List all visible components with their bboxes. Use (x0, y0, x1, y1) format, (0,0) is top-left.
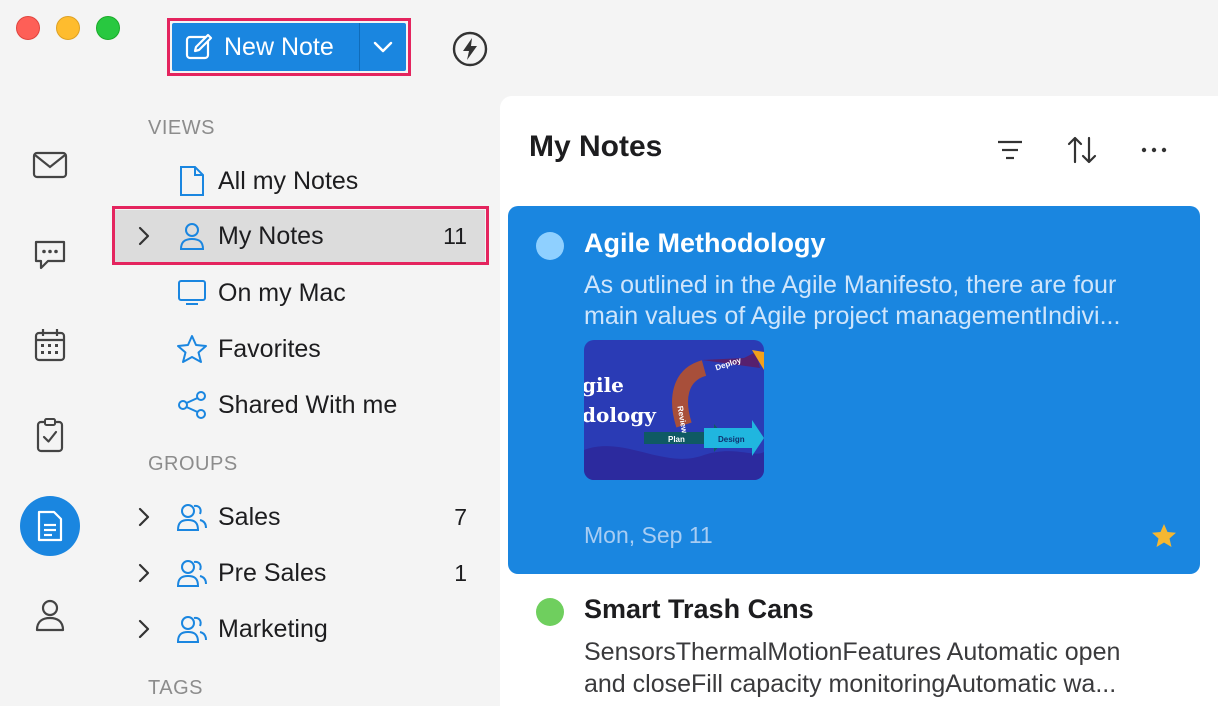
person-icon (174, 221, 210, 251)
window-controls (16, 16, 120, 40)
groups-section-header: GROUPS (148, 453, 238, 475)
sidebar-item-favorites[interactable]: Favorites (115, 323, 485, 375)
rail-mail[interactable] (20, 135, 80, 195)
sidebar-item-label: Shared With me (218, 390, 398, 419)
chevron-down-icon (373, 41, 393, 53)
rail-notes[interactable] (20, 496, 80, 556)
favorite-star-icon[interactable] (1150, 522, 1178, 550)
note-card-selected[interactable]: Agile Methodology As outlined in the Agi… (508, 206, 1200, 574)
group-icon (174, 502, 210, 532)
new-note-label: New Note (224, 32, 334, 61)
note-date: Mon, Sep 11 (584, 522, 713, 548)
minimize-window-button[interactable] (56, 16, 80, 40)
rail-contacts[interactable] (20, 585, 80, 645)
sidebar-item-pre-sales[interactable]: Pre Sales 1 (115, 547, 485, 599)
filter-icon (998, 140, 1022, 160)
filter-button[interactable] (990, 130, 1030, 170)
note-title: Agile Methodology (584, 228, 826, 258)
rail-tasks[interactable] (20, 405, 80, 465)
person-icon (35, 599, 65, 632)
close-window-button[interactable] (16, 16, 40, 40)
chat-icon (34, 240, 66, 270)
note-thumbnail[interactable]: gile dology Deploy Review Plan Design (584, 340, 764, 480)
page-title: My Notes (529, 130, 663, 163)
group-icon (174, 614, 210, 644)
note-color-dot (536, 598, 564, 626)
thumbnail-word: gile (584, 373, 624, 397)
sidebar-item-label: Marketing (218, 614, 328, 643)
note-snippet-line: SensorsThermalMotionFeatures Automatic o… (584, 638, 1121, 666)
compose-icon (185, 33, 213, 60)
note-snippet: SensorsThermalMotionFeatures Automatic o… (584, 636, 1174, 700)
sidebar-item-marketing[interactable]: Marketing (115, 603, 485, 655)
sidebar-item-label: My Notes (218, 221, 324, 250)
note-count: 11 (443, 222, 467, 249)
thumbnail-label: Plan (668, 435, 685, 444)
views-section-header: VIEWS (148, 117, 215, 139)
notes-list-panel: My Notes Agile Methodology As outlined i… (500, 96, 1218, 706)
sidebar-item-label: On my Mac (218, 278, 346, 307)
sidebar-item-label: Pre Sales (218, 558, 327, 587)
group-count: 1 (454, 559, 467, 586)
chevron-right-icon[interactable] (129, 619, 159, 639)
tags-section-header: TAGS (148, 677, 203, 699)
agile-diagram-image: gile dology Deploy Review Plan Design (584, 340, 764, 480)
share-icon (174, 390, 210, 420)
new-note-highlight: New Note (167, 18, 411, 76)
sidebar-item-all-my-notes[interactable]: All my Notes (115, 155, 485, 207)
star-icon (174, 334, 210, 364)
note-title: Smart Trash Cans (584, 594, 814, 624)
chevron-right-icon[interactable] (129, 226, 159, 246)
ellipsis-icon (1141, 147, 1167, 153)
note-snippet: As outlined in the Agile Manifesto, ther… (584, 270, 1174, 332)
mail-icon (32, 151, 68, 179)
new-note-split-button: New Note (172, 23, 406, 71)
group-count: 7 (454, 503, 467, 530)
sidebar-item-on-my-mac[interactable]: On my Mac (115, 267, 485, 319)
chevron-right-icon[interactable] (129, 507, 159, 527)
document-icon (174, 165, 210, 197)
rail-chat[interactable] (20, 225, 80, 285)
rail-calendar[interactable] (20, 315, 80, 375)
thumbnail-label: Design (718, 435, 745, 444)
note-color-dot (536, 232, 564, 260)
sort-button[interactable] (1062, 130, 1102, 170)
sort-icon (1067, 136, 1097, 164)
group-icon (174, 558, 210, 588)
sidebar-item-shared-with-me[interactable]: Shared With me (115, 379, 485, 431)
sidebar-item-label: All my Notes (218, 166, 359, 195)
chevron-right-icon[interactable] (129, 563, 159, 583)
calendar-icon (34, 329, 66, 362)
clipboard-check-icon (36, 418, 64, 453)
note-snippet-line: main values of Agile project managementI… (584, 302, 1121, 330)
monitor-icon (174, 279, 210, 307)
sidebar-item-label: Favorites (218, 334, 321, 363)
sidebar-item-label: Sales (218, 502, 281, 531)
quick-action-bolt-icon[interactable] (451, 30, 489, 68)
sidebar-item-my-notes[interactable]: My Notes 11 (115, 210, 485, 262)
more-options-button[interactable] (1134, 130, 1174, 170)
sidebar-item-sales[interactable]: Sales 7 (115, 491, 485, 543)
note-icon (37, 510, 63, 542)
new-note-button[interactable]: New Note (172, 23, 360, 71)
zoom-window-button[interactable] (96, 16, 120, 40)
note-snippet-line: and closeFill capacity monitoringAutomat… (584, 670, 1117, 698)
note-snippet-line: As outlined in the Agile Manifesto, ther… (584, 271, 1117, 299)
new-note-dropdown-button[interactable] (360, 23, 406, 71)
thumbnail-word: dology (584, 403, 657, 427)
